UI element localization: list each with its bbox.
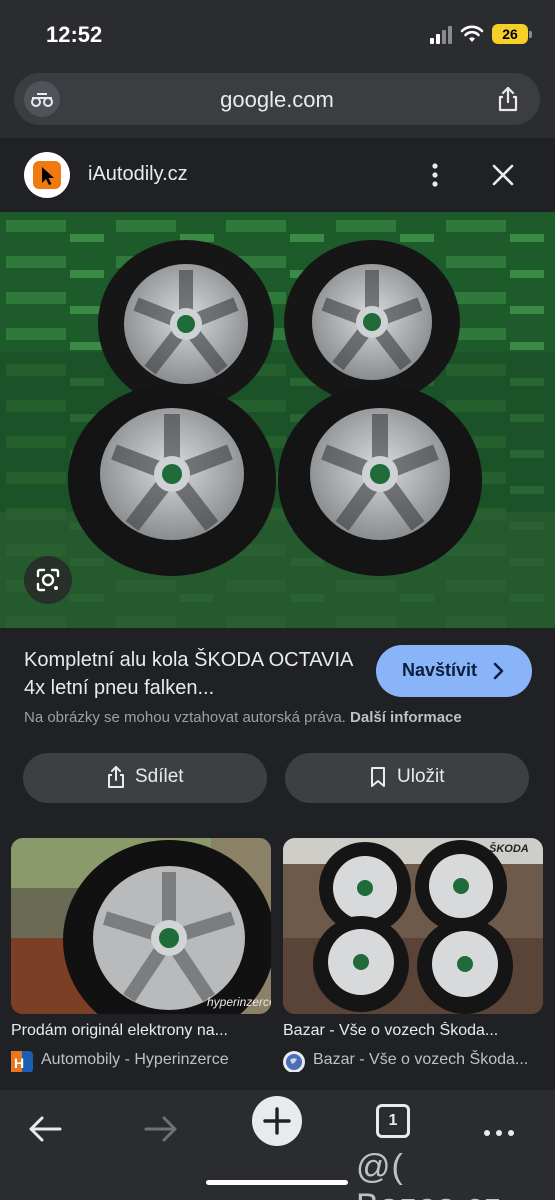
- svg-text:H: H: [14, 1055, 24, 1071]
- copyright-text: Na obrázky se mohou vztahovat autorská p…: [24, 709, 346, 726]
- menu-dots-icon[interactable]: [474, 1104, 524, 1154]
- share-button[interactable]: Sdílet: [23, 753, 267, 803]
- visit-button[interactable]: Navštívit: [376, 645, 532, 697]
- address-bar[interactable]: google.com: [14, 73, 540, 125]
- more-info-link[interactable]: Další informace: [350, 709, 462, 726]
- close-icon[interactable]: [488, 160, 518, 190]
- url-text: google.com: [220, 87, 334, 112]
- save-button-label: Uložit: [397, 766, 445, 787]
- chevron-right-icon: [493, 662, 504, 680]
- share-icon: [108, 766, 124, 788]
- screen: 12:52 26 google.com iAutodily.cz Komplet…: [0, 0, 555, 1200]
- result-title[interactable]: Kompletní alu kola ŠKODA OCTAVIA 4x letn…: [24, 646, 364, 702]
- home-indicator[interactable]: [206, 1180, 348, 1185]
- source-favicon: [24, 152, 70, 198]
- related-image-watermark: hyperinzerce: [207, 995, 271, 1009]
- cursor-logo-icon: [33, 161, 61, 189]
- related-result-image[interactable]: ŠKODA: [283, 838, 543, 1014]
- related-result-title[interactable]: Prodám originál elektrony na...: [11, 1022, 273, 1040]
- tab-switcher-button[interactable]: 1: [376, 1104, 410, 1138]
- save-button[interactable]: Uložit: [285, 753, 529, 803]
- share-button-label: Sdílet: [135, 766, 184, 787]
- share-icon[interactable]: [494, 85, 522, 113]
- related-result-source: H Automobily - Hyperinzerce: [11, 1050, 273, 1072]
- copyright-notice: Na obrázky se mohou vztahovat autorská p…: [24, 709, 544, 726]
- browser-top-bar: google.com: [0, 70, 555, 138]
- related-image-watermark: ŠKODA: [489, 842, 529, 855]
- battery-indicator: 26: [492, 24, 532, 44]
- new-tab-button[interactable]: [252, 1096, 302, 1146]
- plus-icon: [263, 1107, 291, 1135]
- cellular-signal-icon: [430, 26, 456, 44]
- related-source-name: Automobily - Hyperinzerce: [41, 1051, 229, 1068]
- bazos-watermark: @( Bazos.cz: [356, 1148, 501, 1200]
- source-name[interactable]: iAutodily.cz: [88, 163, 188, 186]
- related-result-source: Bazar - Vše o vozech Škoda...: [283, 1050, 545, 1072]
- back-arrow-icon[interactable]: [20, 1104, 70, 1154]
- more-options-icon[interactable]: [420, 160, 450, 190]
- related-source-name: Bazar - Vše o vozech Škoda...: [313, 1051, 529, 1068]
- status-time: 12:52: [46, 22, 103, 47]
- forward-arrow-icon[interactable]: [136, 1104, 186, 1154]
- source-header: iAutodily.cz: [0, 138, 555, 212]
- hyperinzerce-favicon: H: [11, 1051, 33, 1072]
- lens-icon: [36, 568, 60, 592]
- globe-icon: [283, 1051, 305, 1072]
- main-result-image[interactable]: [0, 212, 555, 628]
- wifi-icon: [460, 25, 484, 42]
- lens-search-button[interactable]: [24, 556, 72, 604]
- related-result-image[interactable]: hyperinzerce: [11, 838, 271, 1014]
- bookmark-icon: [371, 767, 385, 787]
- related-result-title[interactable]: Bazar - Vše o vozech Škoda...: [283, 1022, 545, 1040]
- status-bar: 12:52 26: [0, 0, 555, 70]
- visit-button-label: Navštívit: [402, 660, 478, 680]
